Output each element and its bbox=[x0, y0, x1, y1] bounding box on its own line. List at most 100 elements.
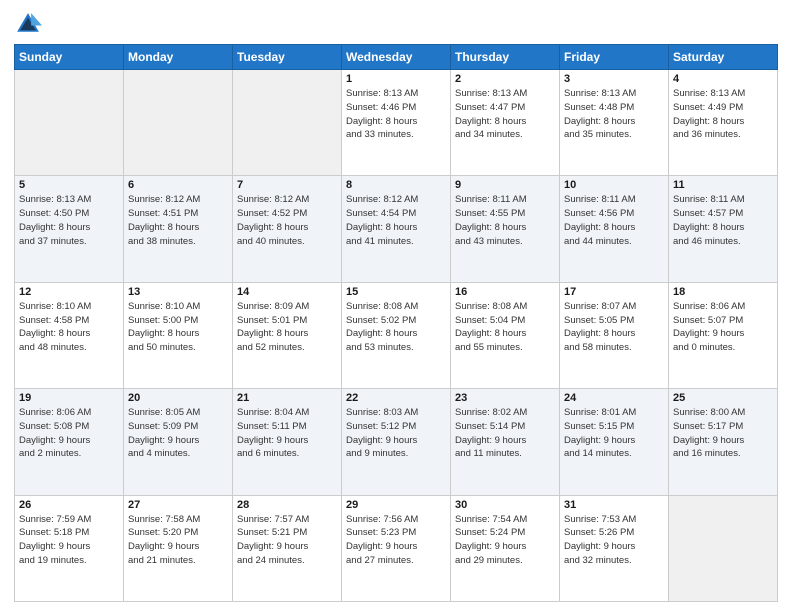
calendar-cell: 24 Sunrise: 8:01 AM Sunset: 5:15 PM Dayli… bbox=[560, 389, 669, 495]
day-number: 24 bbox=[564, 392, 664, 404]
calendar-cell: 11Sunrise: 8:11 AM Sunset: 4:57 PM Dayli… bbox=[669, 176, 778, 282]
calendar-cell bbox=[15, 70, 124, 176]
calendar-cell: 19 Sunrise: 8:06 AM Sunset: 5:08 PM Dayli… bbox=[15, 389, 124, 495]
cell-info: Sunrise: 8:12 AM Sunset: 4:54 PM Dayligh… bbox=[346, 193, 446, 248]
day-number: 29 bbox=[346, 499, 446, 511]
day-number: 18 bbox=[673, 286, 773, 298]
calendar-week-5: 26 Sunrise: 7:59 AM Sunset: 5:18 PM Dayli… bbox=[15, 495, 778, 601]
calendar-cell: 10 Sunrise: 8:11 AM Sunset: 4:56 PM Dayli… bbox=[560, 176, 669, 282]
day-number: 19 bbox=[19, 392, 119, 404]
day-number: 26 bbox=[19, 499, 119, 511]
calendar-cell: 25 Sunrise: 8:00 AM Sunset: 5:17 PM Dayli… bbox=[669, 389, 778, 495]
col-header-sunday: Sunday bbox=[15, 45, 124, 70]
day-number: 16 bbox=[455, 286, 555, 298]
cell-info: Sunrise: 7:58 AM Sunset: 5:20 PM Dayligh… bbox=[128, 513, 228, 568]
day-number: 14 bbox=[237, 286, 337, 298]
calendar-cell: 21Sunrise: 8:04 AM Sunset: 5:11 PM Dayli… bbox=[233, 389, 342, 495]
calendar-cell: 27 Sunrise: 7:58 AM Sunset: 5:20 PM Dayli… bbox=[124, 495, 233, 601]
cell-info: Sunrise: 7:56 AM Sunset: 5:23 PM Dayligh… bbox=[346, 513, 446, 568]
cell-info: Sunrise: 8:13 AM Sunset: 4:49 PM Dayligh… bbox=[673, 87, 773, 142]
page: SundayMondayTuesdayWednesdayThursdayFrid… bbox=[0, 0, 792, 612]
cell-info: Sunrise: 8:13 AM Sunset: 4:46 PM Dayligh… bbox=[346, 87, 446, 142]
day-number: 8 bbox=[346, 179, 446, 191]
calendar-cell: 9Sunrise: 8:11 AM Sunset: 4:55 PM Daylig… bbox=[451, 176, 560, 282]
calendar-cell: 7 Sunrise: 8:12 AM Sunset: 4:52 PM Daylig… bbox=[233, 176, 342, 282]
calendar-cell: 26 Sunrise: 7:59 AM Sunset: 5:18 PM Dayli… bbox=[15, 495, 124, 601]
calendar-cell: 17 Sunrise: 8:07 AM Sunset: 5:05 PM Dayli… bbox=[560, 282, 669, 388]
col-header-tuesday: Tuesday bbox=[233, 45, 342, 70]
col-header-friday: Friday bbox=[560, 45, 669, 70]
cell-info: Sunrise: 8:13 AM Sunset: 4:50 PM Dayligh… bbox=[19, 193, 119, 248]
calendar-cell bbox=[124, 70, 233, 176]
cell-info: Sunrise: 8:02 AM Sunset: 5:14 PM Dayligh… bbox=[455, 406, 555, 461]
calendar-cell: 28 Sunrise: 7:57 AM Sunset: 5:21 PM Dayli… bbox=[233, 495, 342, 601]
cell-info: Sunrise: 8:09 AM Sunset: 5:01 PM Dayligh… bbox=[237, 300, 337, 355]
day-number: 22 bbox=[346, 392, 446, 404]
calendar-table: SundayMondayTuesdayWednesdayThursdayFrid… bbox=[14, 44, 778, 602]
day-number: 17 bbox=[564, 286, 664, 298]
calendar-cell: 6 Sunrise: 8:12 AM Sunset: 4:51 PM Daylig… bbox=[124, 176, 233, 282]
day-number: 21 bbox=[237, 392, 337, 404]
calendar-cell: 18 Sunrise: 8:06 AM Sunset: 5:07 PM Dayli… bbox=[669, 282, 778, 388]
calendar-cell: 13Sunrise: 8:10 AM Sunset: 5:00 PM Dayli… bbox=[124, 282, 233, 388]
day-number: 31 bbox=[564, 499, 664, 511]
cell-info: Sunrise: 8:11 AM Sunset: 4:56 PM Dayligh… bbox=[564, 193, 664, 248]
calendar-cell: 14 Sunrise: 8:09 AM Sunset: 5:01 PM Dayli… bbox=[233, 282, 342, 388]
col-header-monday: Monday bbox=[124, 45, 233, 70]
logo-icon bbox=[14, 10, 42, 38]
day-number: 7 bbox=[237, 179, 337, 191]
cell-info: Sunrise: 8:11 AM Sunset: 4:55 PM Dayligh… bbox=[455, 193, 555, 248]
calendar-cell: 20Sunrise: 8:05 AM Sunset: 5:09 PM Dayli… bbox=[124, 389, 233, 495]
day-number: 6 bbox=[128, 179, 228, 191]
cell-info: Sunrise: 8:03 AM Sunset: 5:12 PM Dayligh… bbox=[346, 406, 446, 461]
cell-info: Sunrise: 8:06 AM Sunset: 5:07 PM Dayligh… bbox=[673, 300, 773, 355]
day-number: 1 bbox=[346, 73, 446, 85]
day-number: 27 bbox=[128, 499, 228, 511]
day-number: 20 bbox=[128, 392, 228, 404]
cell-info: Sunrise: 8:10 AM Sunset: 4:58 PM Dayligh… bbox=[19, 300, 119, 355]
cell-info: Sunrise: 8:11 AM Sunset: 4:57 PM Dayligh… bbox=[673, 193, 773, 248]
calendar-week-1: 1 Sunrise: 8:13 AM Sunset: 4:46 PM Daylig… bbox=[15, 70, 778, 176]
day-number: 13 bbox=[128, 286, 228, 298]
logo bbox=[14, 10, 46, 38]
cell-info: Sunrise: 8:12 AM Sunset: 4:51 PM Dayligh… bbox=[128, 193, 228, 248]
calendar-cell bbox=[233, 70, 342, 176]
calendar-cell: 1 Sunrise: 8:13 AM Sunset: 4:46 PM Daylig… bbox=[342, 70, 451, 176]
cell-info: Sunrise: 8:08 AM Sunset: 5:04 PM Dayligh… bbox=[455, 300, 555, 355]
cell-info: Sunrise: 7:57 AM Sunset: 5:21 PM Dayligh… bbox=[237, 513, 337, 568]
cell-info: Sunrise: 8:07 AM Sunset: 5:05 PM Dayligh… bbox=[564, 300, 664, 355]
calendar-week-4: 19 Sunrise: 8:06 AM Sunset: 5:08 PM Dayli… bbox=[15, 389, 778, 495]
day-number: 3 bbox=[564, 73, 664, 85]
header bbox=[14, 10, 778, 38]
calendar-cell: 2 Sunrise: 8:13 AM Sunset: 4:47 PM Daylig… bbox=[451, 70, 560, 176]
calendar-cell: 23 Sunrise: 8:02 AM Sunset: 5:14 PM Dayli… bbox=[451, 389, 560, 495]
day-number: 25 bbox=[673, 392, 773, 404]
col-header-wednesday: Wednesday bbox=[342, 45, 451, 70]
day-number: 10 bbox=[564, 179, 664, 191]
cell-info: Sunrise: 8:13 AM Sunset: 4:48 PM Dayligh… bbox=[564, 87, 664, 142]
calendar-cell: 12 Sunrise: 8:10 AM Sunset: 4:58 PM Dayli… bbox=[15, 282, 124, 388]
day-number: 5 bbox=[19, 179, 119, 191]
cell-info: Sunrise: 8:12 AM Sunset: 4:52 PM Dayligh… bbox=[237, 193, 337, 248]
cell-info: Sunrise: 8:08 AM Sunset: 5:02 PM Dayligh… bbox=[346, 300, 446, 355]
calendar-cell: 5 Sunrise: 8:13 AM Sunset: 4:50 PM Daylig… bbox=[15, 176, 124, 282]
cell-info: Sunrise: 8:01 AM Sunset: 5:15 PM Dayligh… bbox=[564, 406, 664, 461]
calendar-header-row: SundayMondayTuesdayWednesdayThursdayFrid… bbox=[15, 45, 778, 70]
day-number: 12 bbox=[19, 286, 119, 298]
calendar-cell: 31 Sunrise: 7:53 AM Sunset: 5:26 PM Dayli… bbox=[560, 495, 669, 601]
cell-info: Sunrise: 7:59 AM Sunset: 5:18 PM Dayligh… bbox=[19, 513, 119, 568]
calendar-cell: 29 Sunrise: 7:56 AM Sunset: 5:23 PM Dayli… bbox=[342, 495, 451, 601]
calendar-cell: 4Sunrise: 8:13 AM Sunset: 4:49 PM Daylig… bbox=[669, 70, 778, 176]
day-number: 2 bbox=[455, 73, 555, 85]
day-number: 23 bbox=[455, 392, 555, 404]
cell-info: Sunrise: 8:13 AM Sunset: 4:47 PM Dayligh… bbox=[455, 87, 555, 142]
day-number: 28 bbox=[237, 499, 337, 511]
col-header-saturday: Saturday bbox=[669, 45, 778, 70]
cell-info: Sunrise: 8:00 AM Sunset: 5:17 PM Dayligh… bbox=[673, 406, 773, 461]
calendar-cell: 3 Sunrise: 8:13 AM Sunset: 4:48 PM Daylig… bbox=[560, 70, 669, 176]
cell-info: Sunrise: 7:53 AM Sunset: 5:26 PM Dayligh… bbox=[564, 513, 664, 568]
calendar-week-2: 5 Sunrise: 8:13 AM Sunset: 4:50 PM Daylig… bbox=[15, 176, 778, 282]
cell-info: Sunrise: 8:06 AM Sunset: 5:08 PM Dayligh… bbox=[19, 406, 119, 461]
calendar-cell bbox=[669, 495, 778, 601]
day-number: 15 bbox=[346, 286, 446, 298]
